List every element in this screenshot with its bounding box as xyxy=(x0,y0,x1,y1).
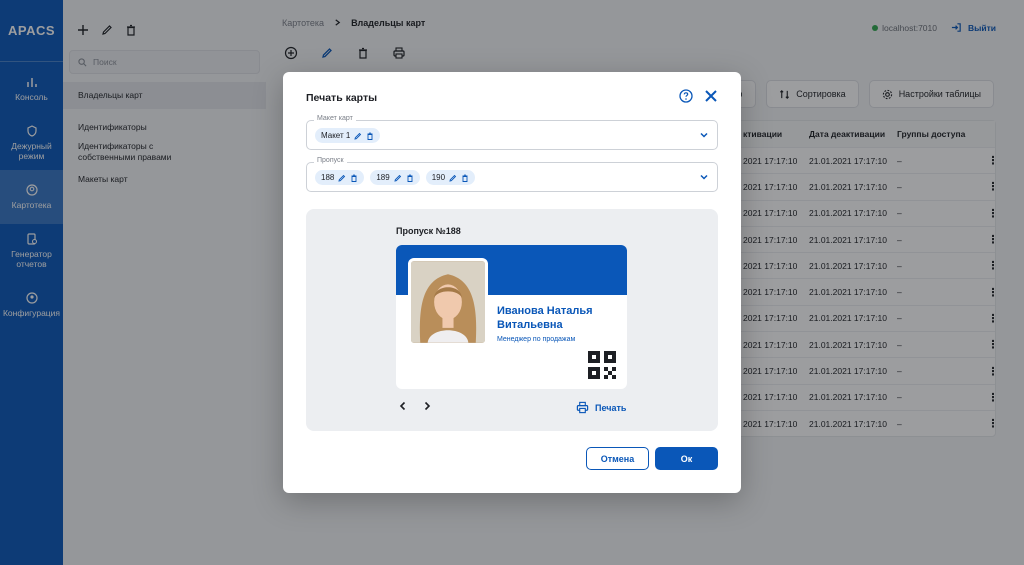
layout-select[interactable]: Макет карт Макет 1 xyxy=(306,115,718,150)
edit-icon[interactable] xyxy=(449,174,457,182)
delete-icon[interactable] xyxy=(366,132,374,140)
chevron-left-icon[interactable] xyxy=(398,401,408,411)
pass-chip[interactable]: 190 xyxy=(425,170,476,185)
edit-icon[interactable] xyxy=(338,174,346,182)
delete-icon[interactable] xyxy=(461,174,469,182)
chip-label: 190 xyxy=(431,173,446,182)
employee-photo xyxy=(408,258,488,346)
layout-chip[interactable]: Макет 1 xyxy=(315,128,381,143)
card-holder-role: Менеджер по продажам xyxy=(497,336,576,343)
help-icon[interactable] xyxy=(679,89,693,103)
pass-legend: Пропуск xyxy=(314,157,347,164)
layout-legend: Макет карт xyxy=(314,115,356,122)
dialog-title: Печать карты xyxy=(306,92,378,104)
qr-code-icon xyxy=(588,351,616,379)
print-label: Печать xyxy=(595,402,627,413)
print-card-dialog: Печать карты Макет карт Макет 1 Пропуск … xyxy=(283,72,741,493)
preview-title: Пропуск №188 xyxy=(396,226,461,236)
close-icon[interactable] xyxy=(703,88,719,104)
pass-select[interactable]: Пропуск 188 189 190 xyxy=(306,157,718,192)
cancel-button[interactable]: Отмена xyxy=(586,447,649,470)
edit-icon[interactable] xyxy=(354,132,362,140)
id-card: Иванова Наталья Витальевна Менеджер по п… xyxy=(396,245,627,389)
chip-label: 189 xyxy=(376,173,390,182)
pass-chip[interactable]: 189 xyxy=(370,170,420,185)
card-preview: Пропуск №188 Иванова Наталья Витальевна … xyxy=(306,209,718,431)
chevron-right-icon[interactable] xyxy=(422,401,432,411)
edit-icon[interactable] xyxy=(394,174,402,182)
chip-label: 188 xyxy=(321,173,335,182)
printer-icon xyxy=(576,401,589,414)
delete-icon[interactable] xyxy=(406,174,414,182)
chevron-down-icon[interactable] xyxy=(699,172,709,182)
chevron-down-icon[interactable] xyxy=(699,130,709,140)
chip-label: Макет 1 xyxy=(321,131,351,140)
pass-chip[interactable]: 188 xyxy=(315,170,365,185)
delete-icon[interactable] xyxy=(350,174,358,182)
ok-button[interactable]: Ок xyxy=(655,447,718,470)
print-button[interactable]: Печать xyxy=(576,401,626,414)
card-holder-name: Иванова Наталья Витальевна xyxy=(497,305,593,331)
preview-navigation xyxy=(398,401,432,411)
